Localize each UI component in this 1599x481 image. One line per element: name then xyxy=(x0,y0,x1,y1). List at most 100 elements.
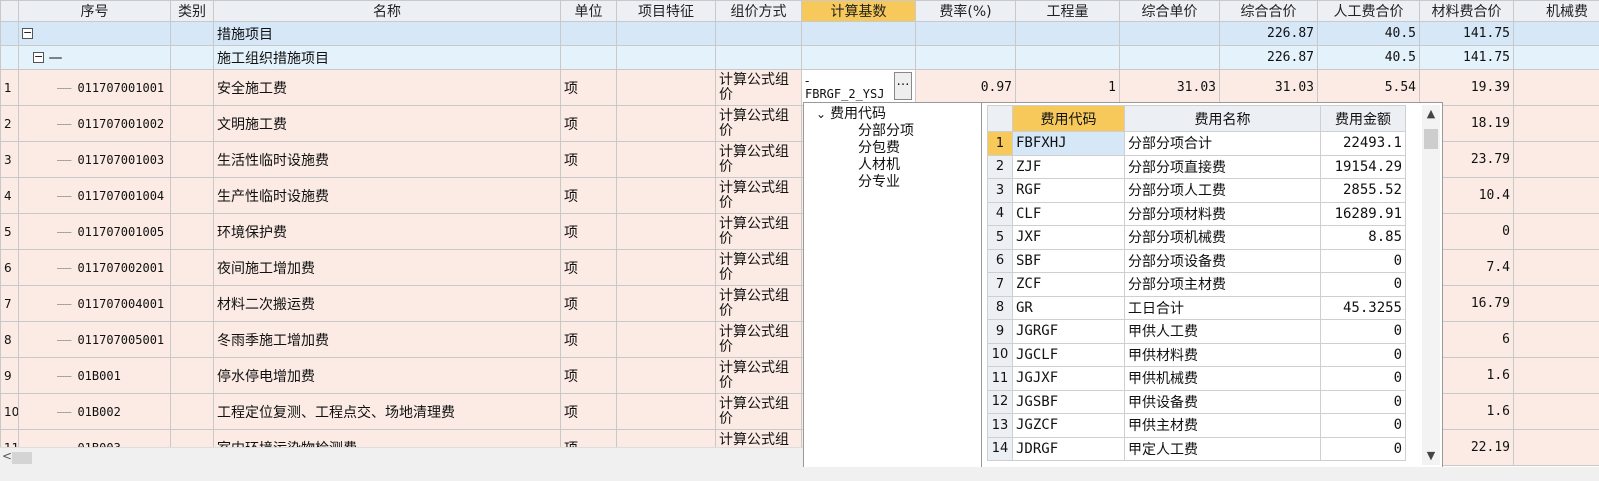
fee-name[interactable]: 甲供设备费 xyxy=(1124,389,1321,414)
scroll-up-icon[interactable]: ▲ xyxy=(1422,107,1440,123)
fee-amount[interactable]: 22493.1 xyxy=(1320,131,1406,156)
fee-index[interactable]: 5 xyxy=(987,225,1013,250)
feature-cell[interactable] xyxy=(616,177,716,214)
fee-amount[interactable]: 0 xyxy=(1320,389,1406,414)
method-cell[interactable]: 计算公式组价 xyxy=(715,285,802,322)
fee-name[interactable]: 分部分项人工费 xyxy=(1124,178,1321,203)
col-rate[interactable]: 费率(%) xyxy=(915,0,1016,22)
feature-cell[interactable] xyxy=(616,213,716,250)
row-number[interactable]: 10 xyxy=(0,393,19,430)
fee-row[interactable]: 3 RGF 分部分项人工费 2855.52 xyxy=(987,178,1406,203)
feature-cell[interactable] xyxy=(616,69,716,106)
machine-cell[interactable] xyxy=(1513,321,1599,358)
fee-col-amount[interactable]: 费用金额 xyxy=(1320,105,1406,132)
method-cell[interactable]: 计算公式组价 xyxy=(715,321,802,358)
fee-amount[interactable]: 16289.91 xyxy=(1320,201,1406,226)
fee-index[interactable]: 3 xyxy=(987,178,1013,203)
tree-node[interactable]: 分专业 xyxy=(858,174,981,191)
fee-code[interactable]: JXF xyxy=(1012,225,1125,250)
total-cell[interactable]: 226.87 xyxy=(1219,21,1318,46)
unit-cell[interactable]: 项 xyxy=(560,105,617,142)
fee-row[interactable]: 12 JGSBF 甲供设备费 0 xyxy=(987,389,1406,414)
group-row-organization[interactable]: − — 施工组织措施项目 226.87 40.5 141.75 xyxy=(0,45,1599,70)
tree-root[interactable]: ⌄ 费用代码 xyxy=(816,106,981,123)
unit-price-cell[interactable]: 31.03 xyxy=(1119,69,1220,106)
name-cell[interactable]: 安全施工费 xyxy=(213,69,561,106)
fee-col-code[interactable]: 费用代码 xyxy=(1012,105,1125,132)
feature-cell[interactable] xyxy=(616,105,716,142)
fee-name[interactable]: 分部分项主材费 xyxy=(1124,272,1321,297)
feature-cell[interactable] xyxy=(616,141,716,178)
unit-cell[interactable]: 项 xyxy=(560,285,617,322)
code-cell[interactable]: —— 011707002001 xyxy=(18,249,171,286)
fee-code[interactable]: RGF xyxy=(1012,178,1125,203)
method-cell[interactable]: 计算公式组价 xyxy=(715,357,802,394)
material-cell[interactable]: 141.75 xyxy=(1419,21,1514,46)
fee-index[interactable]: 12 xyxy=(987,389,1013,414)
machine-cell[interactable] xyxy=(1513,249,1599,286)
col-seq[interactable]: 序号 xyxy=(18,0,171,22)
fee-name[interactable]: 甲供人工费 xyxy=(1124,319,1321,344)
fee-name[interactable]: 甲供主材费 xyxy=(1124,413,1321,438)
code-cell[interactable]: —— 01B002 xyxy=(18,393,171,430)
total-cell[interactable]: 226.87 xyxy=(1219,45,1318,70)
fee-code[interactable]: JGCLF xyxy=(1012,342,1125,367)
fee-name[interactable]: 分部分项设备费 xyxy=(1124,248,1321,273)
unit-cell[interactable]: 项 xyxy=(560,357,617,394)
row-number[interactable]: 6 xyxy=(0,249,19,286)
name-cell[interactable]: 停水停电增加费 xyxy=(213,357,561,394)
name-cell[interactable]: 施工组织措施项目 xyxy=(213,45,561,70)
name-cell[interactable]: 夜间施工增加费 xyxy=(213,249,561,286)
row-number[interactable]: 5 xyxy=(0,213,19,250)
fee-row[interactable]: 8 GR 工日合计 45.3255 xyxy=(987,295,1406,320)
unit-cell[interactable]: 项 xyxy=(560,177,617,214)
fee-row[interactable]: 9 JGRGF 甲供人工费 0 xyxy=(987,319,1406,344)
fee-name[interactable]: 分部分项机械费 xyxy=(1124,225,1321,250)
unit-cell[interactable]: 项 xyxy=(560,69,617,106)
fee-row[interactable]: 2 ZJF 分部分项直接费 19154.29 xyxy=(987,154,1406,179)
machine-cell[interactable] xyxy=(1513,429,1599,466)
method-cell[interactable]: 计算公式组价 xyxy=(715,177,802,214)
fee-name[interactable]: 分部分项材料费 xyxy=(1124,201,1321,226)
feature-cell[interactable] xyxy=(616,357,716,394)
tree-expand-icon[interactable]: ⌄ xyxy=(816,107,826,121)
scroll-down-icon[interactable]: ▼ xyxy=(1422,449,1440,465)
row-number[interactable]: 2 xyxy=(0,105,19,142)
fee-amount[interactable]: 0 xyxy=(1320,248,1406,273)
col-unit-price[interactable]: 综合单价 xyxy=(1119,0,1220,22)
fee-amount[interactable]: 8.85 xyxy=(1320,225,1406,250)
name-cell[interactable]: 措施项目 xyxy=(213,21,561,46)
collapse-icon[interactable]: − xyxy=(22,27,33,39)
qty-cell[interactable]: 1 xyxy=(1015,69,1120,106)
horizontal-scrollbar[interactable]: < xyxy=(0,447,803,467)
material-cell[interactable]: 19.39 xyxy=(1419,69,1514,106)
fee-name[interactable]: 分部分项合计 xyxy=(1124,131,1321,156)
col-labor[interactable]: 人工费合价 xyxy=(1317,0,1420,22)
fee-index[interactable]: 4 xyxy=(987,201,1013,226)
fee-amount[interactable]: 0 xyxy=(1320,319,1406,344)
code-cell[interactable]: —— 011707001003 xyxy=(18,141,171,178)
name-cell[interactable]: 冬雨季施工增加费 xyxy=(213,321,561,358)
col-machine[interactable]: 机械费 xyxy=(1513,0,1599,22)
fee-code[interactable]: JDRGF xyxy=(1012,436,1125,461)
machine-cell[interactable] xyxy=(1513,285,1599,322)
fee-code[interactable]: JGSBF xyxy=(1012,389,1125,414)
method-cell[interactable]: 计算公式组价 xyxy=(715,105,802,142)
fee-code[interactable]: GR xyxy=(1012,295,1125,320)
fee-row[interactable]: 11 JGJXF 甲供机械费 0 xyxy=(987,366,1406,391)
feature-cell[interactable] xyxy=(616,285,716,322)
fee-col-name[interactable]: 费用名称 xyxy=(1124,105,1321,132)
tree-node[interactable]: 分部分项 xyxy=(858,123,981,140)
code-cell[interactable]: —— 011707005001 xyxy=(18,321,171,358)
labor-cell[interactable]: 40.5 xyxy=(1317,21,1420,46)
ellipsis-button[interactable]: … xyxy=(894,72,912,100)
group-row-measures[interactable]: − 措施项目 226.87 40.5 141.75 xyxy=(0,21,1599,46)
base-cell[interactable]: - FBRGF_2_YSJ… xyxy=(801,69,916,106)
col-name[interactable]: 名称 xyxy=(213,0,561,22)
fee-code[interactable]: ZJF xyxy=(1012,154,1125,179)
fee-code[interactable]: FBFXHJ xyxy=(1012,131,1125,156)
fee-index[interactable]: 13 xyxy=(987,413,1013,438)
feature-cell[interactable] xyxy=(616,321,716,358)
name-cell[interactable]: 生活性临时设施费 xyxy=(213,141,561,178)
unit-cell[interactable]: 项 xyxy=(560,249,617,286)
